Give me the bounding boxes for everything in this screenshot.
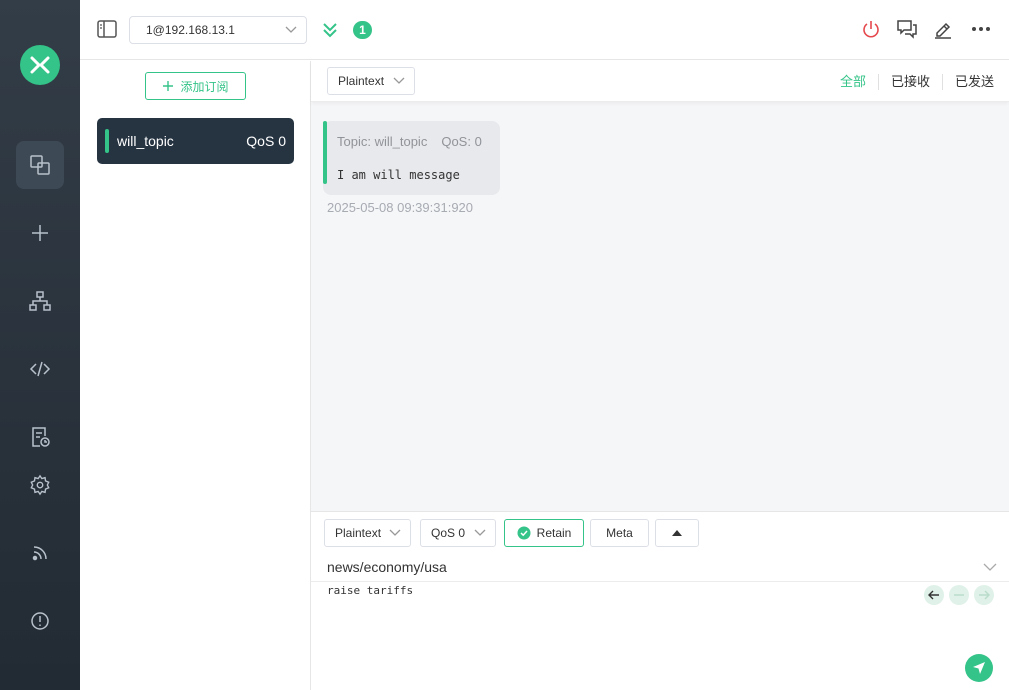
collapse-double-chevron-icon[interactable] (321, 21, 339, 44)
publish-qos-value: QoS 0 (431, 526, 466, 540)
add-subscription-button[interactable]: 添加订阅 (145, 72, 246, 100)
tab-received[interactable]: 已接收 (877, 74, 942, 90)
left-sidebar (0, 0, 80, 690)
sidebar-item-scripts[interactable] (16, 345, 64, 393)
chevron-down-icon (474, 529, 486, 536)
history-reset-icon[interactable] (949, 585, 969, 605)
message-list-area: Plaintext 全部 已接收 已发送 Topic: will_topic Qo… (311, 61, 1009, 511)
log-icon (32, 427, 50, 447)
meta-label: Meta (606, 526, 633, 540)
publish-format-value: Plaintext (335, 526, 382, 540)
chat-icon[interactable] (896, 18, 918, 40)
message-meta: Topic: will_topic QoS: 0 (337, 134, 482, 149)
unread-badge: 1 (353, 21, 372, 39)
plus-icon (32, 225, 48, 241)
top-bar: 1@192.168.13.1 1 (80, 0, 1009, 60)
message-format-select[interactable]: Plaintext (327, 67, 415, 95)
message-tabs: 全部 已接收 已发送 (828, 74, 994, 90)
caret-up-icon (672, 530, 682, 536)
tab-sent[interactable]: 已发送 (941, 74, 994, 90)
chevron-down-icon (393, 77, 405, 84)
sidebar-item-logs[interactable] (16, 413, 64, 461)
message-format-value: Plaintext (338, 74, 385, 88)
subscription-item[interactable]: will_topic QoS 0 (97, 118, 294, 164)
meta-button[interactable]: Meta (590, 519, 649, 547)
disconnect-icon[interactable] (860, 18, 882, 40)
send-icon (973, 662, 985, 674)
check-circle-icon (517, 526, 531, 540)
subscription-topic: will_topic (117, 133, 174, 149)
chevron-down-icon (285, 26, 297, 33)
rss-icon (32, 546, 47, 561)
chevron-down-icon[interactable] (983, 562, 997, 572)
sidebar-item-about[interactable] (16, 597, 64, 645)
tab-all[interactable]: 全部 (828, 74, 878, 90)
more-icon[interactable] (970, 18, 992, 40)
message-payload: I am will message (337, 168, 460, 182)
publish-panel: Plaintext QoS 0 Retain Meta raise tariff… (311, 511, 1009, 690)
subscriptions-panel: 添加订阅 will_topic QoS 0 (80, 61, 311, 690)
message-color-bar (323, 121, 327, 184)
mqttx-logo-icon (20, 45, 60, 85)
message-bubble[interactable]: Topic: will_topic QoS: 0 I am will messag… (323, 121, 500, 195)
publish-payload-editor[interactable]: raise tariffs (327, 584, 413, 597)
connection-select[interactable]: 1@192.168.13.1 (129, 16, 307, 44)
publish-topic-input[interactable] (327, 557, 927, 577)
sidebar-item-topic-tree[interactable] (16, 277, 64, 325)
connection-select-value: 1@192.168.13.1 (146, 23, 235, 37)
send-button[interactable] (965, 654, 993, 682)
message-timestamp: 2025-05-08 09:39:31:920 (327, 200, 474, 215)
subscription-qos: QoS 0 (246, 133, 286, 149)
code-icon (29, 361, 51, 377)
sidebar-item-settings[interactable] (16, 461, 64, 509)
sidebar-toggle-icon[interactable] (97, 20, 117, 38)
message-topic: Topic: will_topic (337, 134, 428, 149)
sitemap-icon (29, 291, 51, 311)
sidebar-item-subscriptions[interactable] (16, 529, 64, 577)
expand-publish-button[interactable] (655, 519, 699, 547)
chevron-down-icon (389, 529, 401, 536)
sidebar-item-connections[interactable] (16, 141, 64, 189)
sidebar-item-new-connection[interactable] (16, 209, 64, 257)
divider (311, 581, 1009, 582)
add-subscription-label: 添加订阅 (180, 79, 229, 94)
publish-qos-select[interactable]: QoS 0 (420, 519, 496, 547)
message-filter-bar: Plaintext 全部 已接收 已发送 (311, 61, 1009, 102)
plus-icon (163, 81, 174, 91)
info-icon (31, 612, 49, 630)
gear-icon (30, 474, 50, 496)
message-qos: QoS: 0 (441, 134, 482, 149)
edit-icon[interactable] (932, 18, 954, 40)
retain-toggle[interactable]: Retain (504, 519, 584, 547)
subscription-color-bar (105, 129, 109, 153)
history-prev-icon[interactable] (924, 585, 944, 605)
history-next-icon[interactable] (974, 585, 994, 605)
retain-label: Retain (536, 526, 572, 540)
connections-icon (30, 155, 50, 175)
publish-format-select[interactable]: Plaintext (324, 519, 411, 547)
